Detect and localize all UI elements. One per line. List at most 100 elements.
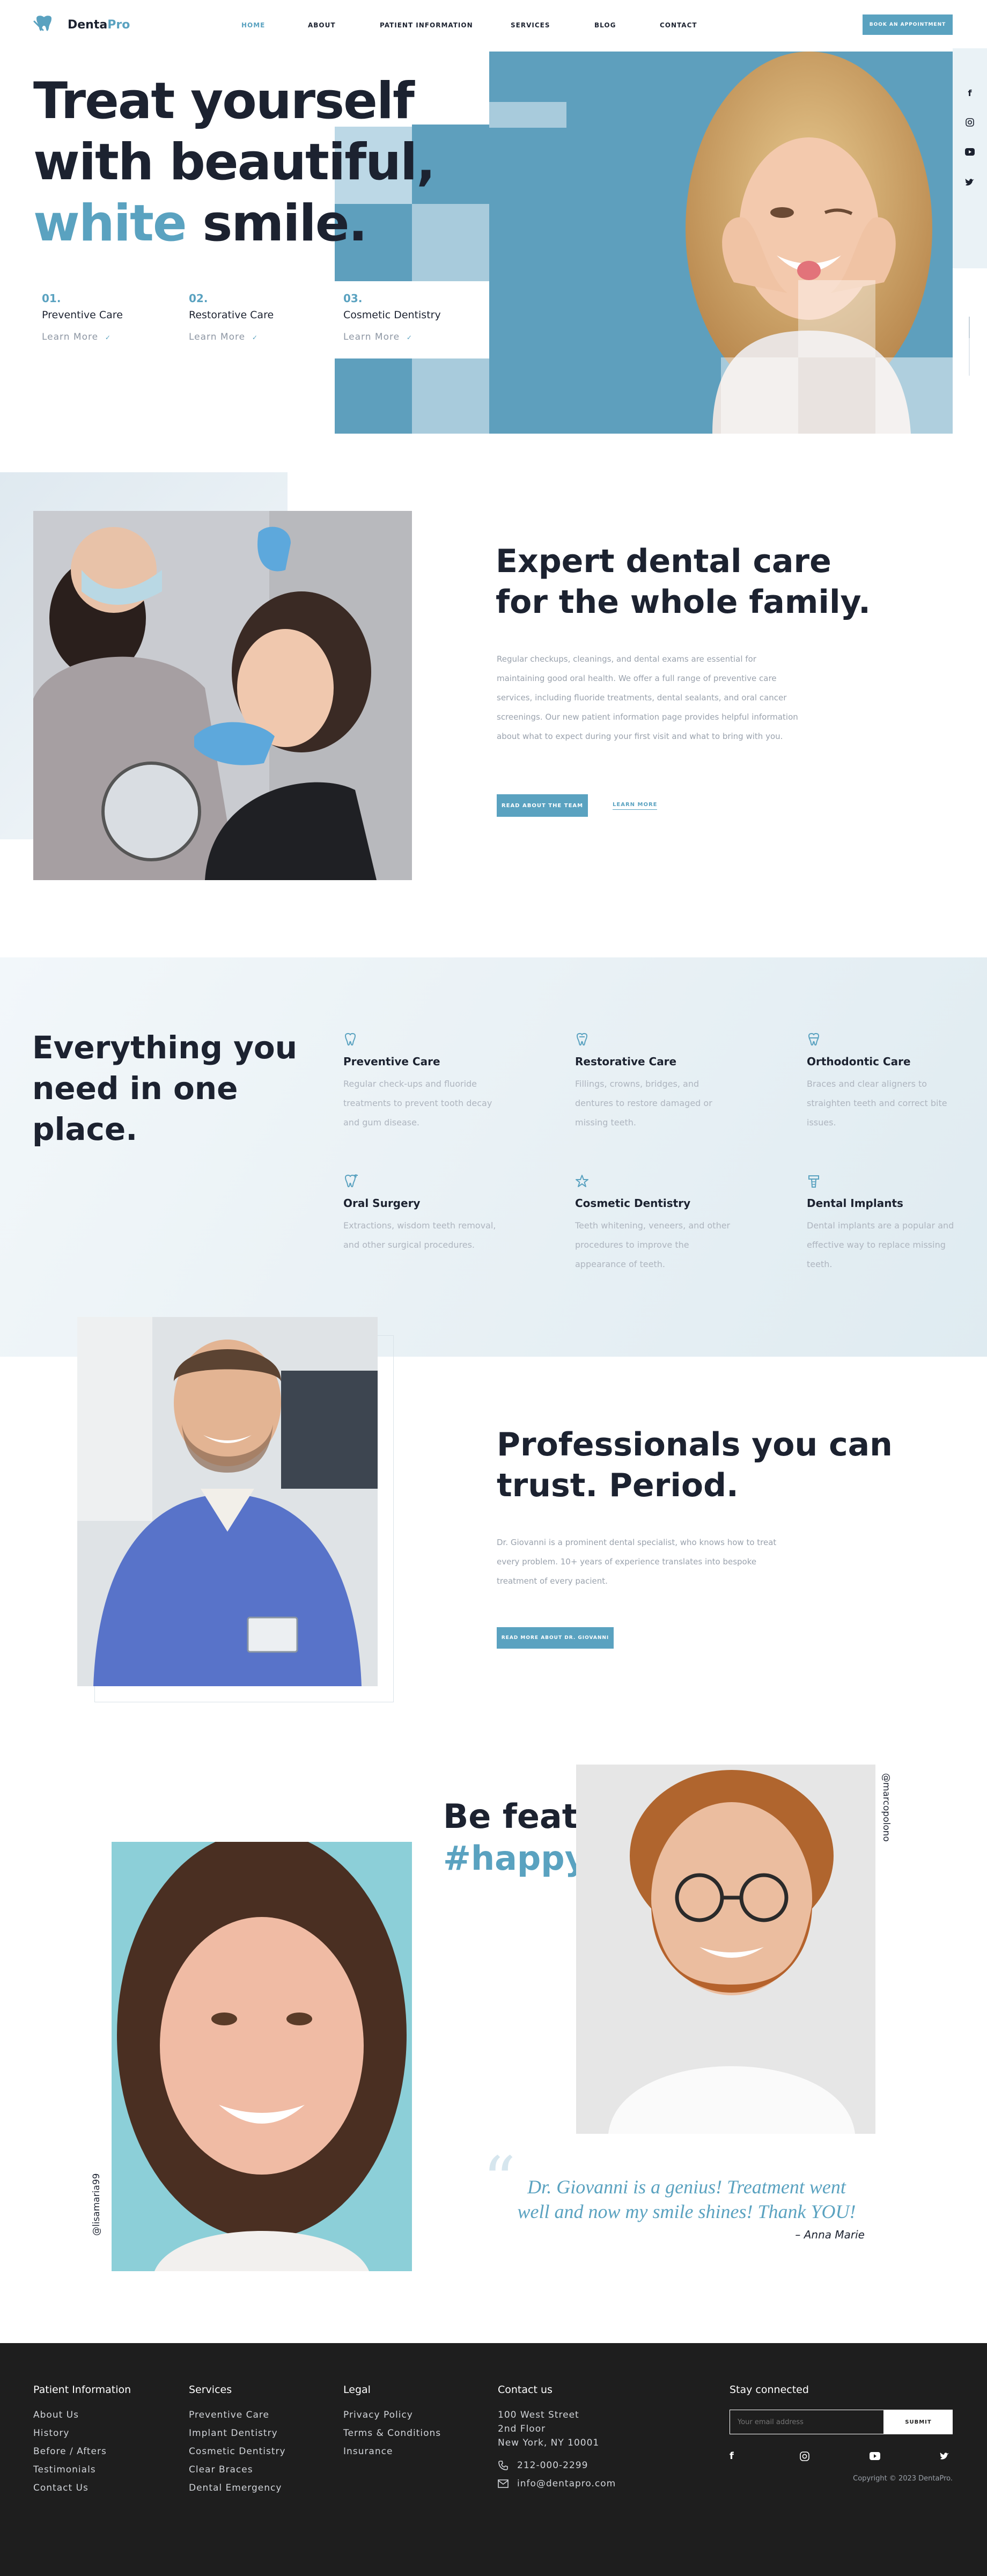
mail-icon	[498, 2479, 509, 2488]
hero-headline-line3: smile.	[186, 194, 367, 253]
service-item[interactable]: Cosmetic Dentistry Teeth whitening, vene…	[575, 1174, 731, 1274]
twitter-icon[interactable]	[940, 2452, 949, 2461]
testimonial-quote: Dr. Giovanni is a genius! Treatment went…	[499, 2175, 874, 2224]
book-appointment-button[interactable]: BOOK AN APPOINTMENT	[863, 14, 953, 35]
service-text: Fillings, crowns, bridges, and dentures …	[575, 1079, 712, 1128]
service-item[interactable]: Orthodontic Care Braces and clear aligne…	[807, 1033, 957, 1132]
learn-more-link[interactable]: Learn More ✓	[189, 332, 307, 342]
hero-tile	[335, 358, 412, 434]
about-title-line1: Expert dental care	[496, 543, 831, 580]
feature-number: 02.	[189, 292, 208, 305]
footer-link[interactable]: Privacy Policy	[343, 2410, 441, 2420]
youtube-icon[interactable]	[869, 2452, 880, 2460]
learn-more-link[interactable]: LEARN MORE	[613, 802, 658, 810]
service-title: Orthodontic Care	[807, 1055, 911, 1068]
newsletter-submit-button[interactable]: SUBMIT	[884, 2410, 953, 2434]
nav-about[interactable]: ABOUT	[308, 21, 336, 29]
learn-more-link[interactable]: Learn More ✓	[343, 332, 472, 342]
twitter-icon[interactable]	[963, 178, 976, 208]
service-text: Teeth whitening, veneers, and other proc…	[575, 1220, 731, 1269]
footer-link[interactable]: Implant Dentistry	[189, 2428, 286, 2439]
brand-name: Denta	[68, 18, 108, 32]
learn-more-link[interactable]: Learn More ✓	[42, 332, 160, 342]
footer-col-services: Services Preventive Care Implant Dentist…	[189, 2384, 286, 2493]
hero-feature: 02. Restorative Care Learn More ✓	[189, 292, 307, 342]
footer-link[interactable]: About Us	[33, 2410, 131, 2420]
instagram-icon[interactable]	[800, 2451, 810, 2461]
footer-heading: Services	[189, 2384, 232, 2396]
nav-patient-information[interactable]: PATIENT INFORMATION	[380, 21, 473, 29]
footer-link[interactable]: Cosmetic Dentistry	[189, 2446, 286, 2457]
featured-section: @lisamaria99 Be featured. #happysmile @m…	[0, 1725, 987, 2343]
footer-link[interactable]: Contact Us	[33, 2483, 131, 2493]
service-title: Preventive Care	[343, 1055, 440, 1068]
youtube-icon[interactable]	[963, 148, 976, 178]
quote-line1: Dr. Giovanni is a genius! Treatment went	[527, 2176, 846, 2198]
phone-row[interactable]: 212-000-2299	[498, 2460, 616, 2471]
facebook-icon[interactable]: f	[963, 88, 976, 118]
footer-link[interactable]: Insurance	[343, 2446, 441, 2457]
professionals-body: Dr. Giovanni is a prominent dental speci…	[497, 1538, 777, 1586]
nav-home[interactable]: HOME	[241, 21, 265, 29]
feature-title: Cosmetic Dentistry	[343, 309, 441, 321]
about-title-line2: for the whole family.	[496, 583, 871, 621]
nav-contact[interactable]: CONTACT	[660, 21, 697, 29]
hero-headline-line2: with beautiful,	[33, 133, 436, 192]
services-title-line3: place.	[32, 1111, 138, 1147]
header: DentaPro HOME ABOUT PATIENT INFORMATION …	[0, 0, 987, 48]
footer-link[interactable]: History	[33, 2428, 131, 2439]
footer-col-stay: Stay connected SUBMIT f Copyright © 2023…	[730, 2384, 953, 2483]
hero-accent-word: white	[33, 194, 187, 253]
footer-link[interactable]: Clear Braces	[189, 2464, 286, 2475]
star-icon	[576, 1175, 588, 1187]
read-more-doctor-button[interactable]: READ MORE ABOUT DR. GIOVANNI	[497, 1627, 614, 1649]
professionals-title-line2: trust. Period.	[497, 1467, 739, 1504]
footer-heading: Contact us	[498, 2384, 553, 2396]
service-item[interactable]: Restorative Care Fillings, crowns, bridg…	[575, 1033, 731, 1132]
footer-link[interactable]: Dental Emergency	[189, 2483, 286, 2493]
footer-link[interactable]: Testimonials	[33, 2464, 131, 2475]
facebook-icon[interactable]: f	[730, 2450, 740, 2462]
instagram-icon[interactable]	[963, 118, 976, 148]
footer: Patient Information About Us History Bef…	[0, 2343, 987, 2576]
service-title: Cosmetic Dentistry	[575, 1197, 691, 1210]
tooth-crown-icon	[576, 1033, 588, 1046]
quote-line2: well and now my smile shines! Thank YOU!	[517, 2201, 856, 2222]
address-line: 2nd Floor	[498, 2424, 546, 2434]
read-about-team-button[interactable]: READ ABOUT THE TEAM	[497, 794, 588, 817]
service-text: Regular check-ups and fluoride treatment…	[343, 1079, 492, 1128]
phone-icon	[498, 2461, 508, 2470]
footer-link[interactable]: Preventive Care	[189, 2410, 286, 2420]
footer-heading: Legal	[343, 2384, 371, 2396]
service-title: Oral Surgery	[343, 1197, 421, 1210]
email-row[interactable]: info@dentapro.com	[498, 2478, 616, 2489]
professionals-title-line1: Professionals you can	[497, 1426, 893, 1463]
phone-number: 212-000-2299	[517, 2460, 588, 2471]
footer-link[interactable]: Terms & Conditions	[343, 2428, 441, 2439]
scroll-indicator-thumb	[969, 317, 970, 338]
footer-col-contact: Contact us 100 West Street 2nd Floor New…	[498, 2384, 616, 2489]
service-item[interactable]: Dental Implants Dental implants are a po…	[807, 1174, 957, 1274]
nav-blog[interactable]: BLOG	[594, 21, 616, 29]
service-item[interactable]: Oral Surgery Extractions, wisdom teeth r…	[343, 1174, 499, 1255]
feature-number: 03.	[343, 292, 363, 305]
service-text: Dental implants are a popular and effect…	[807, 1220, 954, 1269]
professionals-title: Professionals you can trust. Period.	[497, 1424, 893, 1506]
about-title: Expert dental care for the whole family.	[496, 541, 871, 623]
footer-col-legal: Legal Privacy Policy Terms & Conditions …	[343, 2384, 441, 2457]
footer-heading: Patient Information	[33, 2384, 131, 2396]
newsletter-email-input[interactable]	[730, 2410, 884, 2434]
featured-woman-image	[112, 1842, 412, 2271]
hero-tile	[875, 357, 953, 434]
testimonial-author: – Anna Marie	[795, 2228, 865, 2241]
feature-title: Restorative Care	[189, 309, 274, 321]
nav-services[interactable]: SERVICES	[511, 21, 550, 29]
doctor-image	[77, 1317, 378, 1686]
hero-tile	[798, 280, 875, 357]
about-section: Expert dental care for the whole family.…	[0, 472, 987, 961]
service-item[interactable]: Preventive Care Regular check-ups and fl…	[343, 1033, 499, 1132]
hero-feature: 03. Cosmetic Dentistry Learn More ✓	[343, 292, 472, 342]
footer-link[interactable]: Before / Afters	[33, 2446, 131, 2457]
copyright: Copyright © 2023 DentaPro.	[853, 2475, 953, 2483]
logo[interactable]: DentaPro	[33, 14, 130, 35]
